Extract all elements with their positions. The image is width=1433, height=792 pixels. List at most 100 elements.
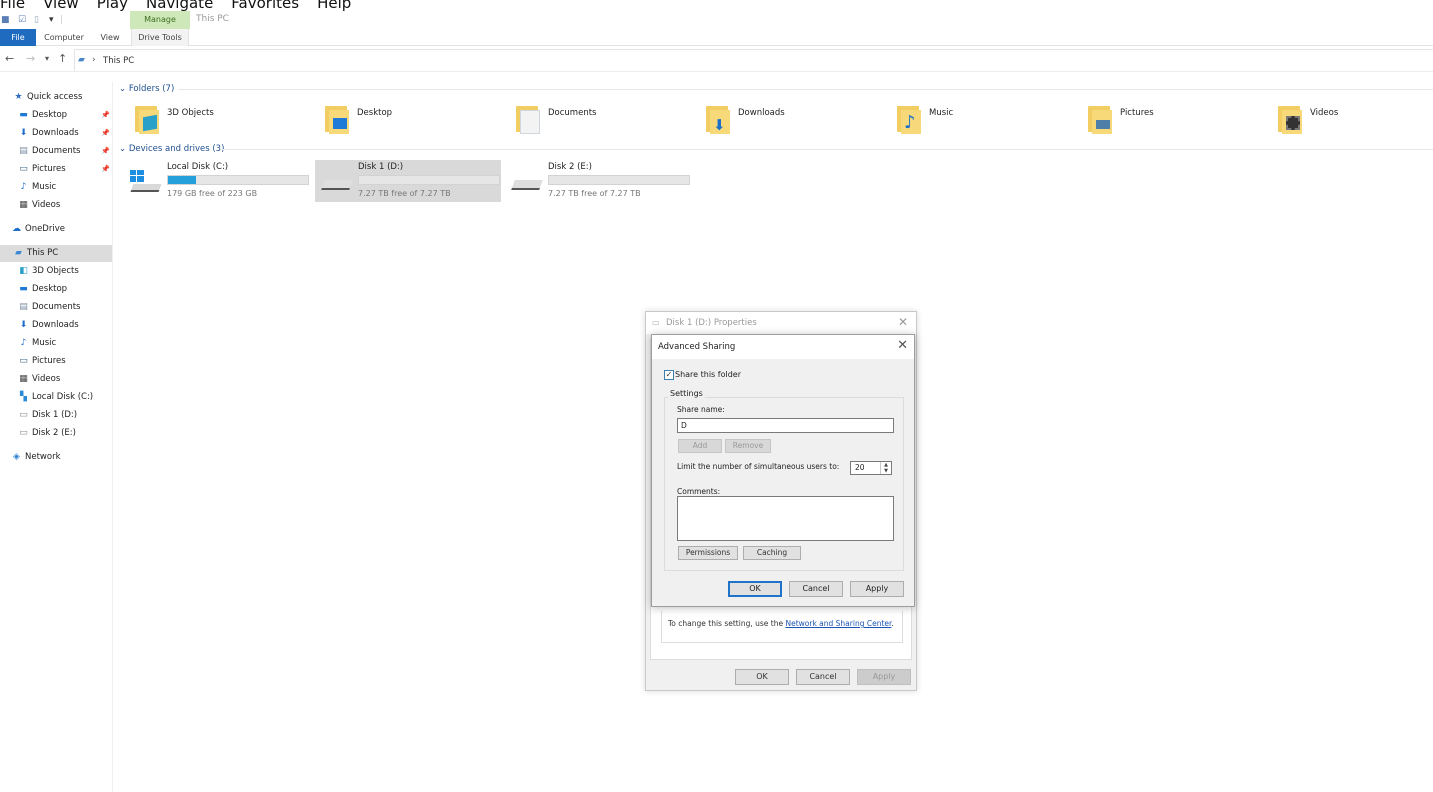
pin-icon[interactable]: 📌	[101, 125, 110, 142]
sidebar-item-documents[interactable]: ▤ Documents	[18, 299, 130, 316]
caching-button[interactable]: Caching	[743, 546, 801, 560]
cancel-button[interactable]: Cancel	[789, 581, 843, 597]
sidebar-item-label: Downloads	[32, 128, 79, 138]
back-arrow-icon[interactable]: ←	[5, 52, 14, 65]
advanced-sharing-dialog: Advanced Sharing ✕ ✓ Share this folder S…	[651, 334, 915, 607]
drive-icon: ▭	[652, 318, 660, 327]
close-icon[interactable]: ✕	[897, 338, 908, 353]
spinner-arrows-icon[interactable]: ▲ ▼	[880, 462, 891, 474]
sidebar-item-downloads[interactable]: ⬇ Downloads	[18, 317, 130, 334]
folder-3d-objects-icon	[133, 104, 161, 134]
sidebar-item-label: Local Disk (C:)	[32, 392, 94, 402]
folder-3d-objects[interactable]: 3D Objects	[133, 104, 283, 144]
folder-pictures-icon	[1086, 104, 1114, 134]
sidebar-item-videos[interactable]: ▦ Videos	[18, 197, 130, 214]
network-info-box: To change this setting, use the Network …	[661, 611, 903, 643]
sidebar-item-onedrive[interactable]: ☁ OneDrive	[11, 221, 123, 238]
menu-favorites[interactable]: Favorites	[231, 0, 299, 12]
user-limit-spinner[interactable]: 20 ▲ ▼	[850, 461, 892, 475]
sidebar-item-music[interactable]: ♪ Music	[18, 335, 130, 352]
properties-apply-button[interactable]: Apply	[857, 669, 911, 685]
sidebar-item-pictures[interactable]: ▭ Pictures 📌	[18, 161, 130, 178]
sidebar-item-3d-objects[interactable]: ◧ 3D Objects	[18, 263, 130, 280]
tab-view[interactable]: View	[94, 29, 126, 46]
settings-group-label: Settings	[668, 389, 705, 398]
breadcrumb-this-pc[interactable]: This PC	[103, 56, 134, 66]
up-arrow-icon[interactable]: ↑	[58, 52, 67, 65]
menu-help[interactable]: Help	[317, 0, 351, 12]
sidebar-item-videos[interactable]: ▦ Videos	[18, 371, 130, 388]
folders-group-header[interactable]: ⌄ Folders (7)	[119, 84, 174, 94]
address-bar[interactable]: ▰ › This PC	[74, 49, 1433, 71]
network-sharing-center-link[interactable]: Network and Sharing Center	[785, 619, 891, 628]
folder-videos[interactable]: Videos	[1276, 104, 1426, 144]
breadcrumb-separator[interactable]: ›	[92, 55, 96, 65]
sidebar-item-local-disk-c[interactable]: ▚ Local Disk (C:)	[18, 389, 130, 406]
permissions-button[interactable]: Permissions	[678, 546, 738, 560]
sidebar-item-network[interactable]: ◈ Network	[11, 449, 123, 466]
folder-documents[interactable]: Documents	[514, 104, 664, 144]
drive-icon	[511, 174, 543, 192]
ok-button[interactable]: OK	[728, 581, 782, 597]
dialog-title-bar[interactable]: ▭ Disk 1 (D:) Properties ✕	[646, 312, 916, 334]
sidebar-item-label: Network	[25, 452, 61, 462]
tab-drive-tools[interactable]: Drive Tools	[131, 29, 189, 46]
properties-cancel-button[interactable]: Cancel	[796, 669, 850, 685]
sidebar-item-pictures[interactable]: ▭ Pictures	[18, 353, 130, 370]
new-folder-icon[interactable]: ▯	[34, 15, 39, 25]
add-share-button[interactable]: Add	[678, 439, 722, 453]
tab-computer[interactable]: Computer	[40, 29, 88, 46]
folder-label: Documents	[548, 108, 597, 118]
drive-disk-2-e[interactable]: Disk 2 (E:) 7.27 TB free of 7.27 TB	[505, 160, 691, 202]
info-text: To change this setting, use the	[668, 619, 786, 628]
windows-drive-icon	[130, 170, 162, 192]
menu-play[interactable]: Play	[97, 0, 128, 12]
sidebar-item-documents[interactable]: ▤ Documents 📌	[18, 143, 130, 160]
sidebar-item-desktop[interactable]: ▬ Desktop	[18, 281, 130, 298]
menu-file[interactable]: File	[0, 0, 25, 12]
comments-textarea[interactable]	[677, 496, 894, 541]
close-icon[interactable]: ✕	[898, 315, 908, 329]
properties-icon[interactable]: ☑	[18, 15, 26, 25]
sidebar-item-desktop[interactable]: ▬ Desktop 📌	[18, 107, 130, 124]
folder-downloads[interactable]: ⬇ Downloads	[704, 104, 854, 144]
share-folder-checkbox[interactable]: ✓	[664, 370, 674, 380]
sidebar-item-this-pc[interactable]: ▰ This PC	[0, 245, 112, 262]
folder-music[interactable]: ♪ Music	[895, 104, 1045, 144]
sidebar-item-music[interactable]: ♪ Music	[18, 179, 130, 196]
folder-music-icon: ♪	[895, 104, 923, 134]
pin-icon[interactable]: 📌	[101, 107, 110, 124]
forward-arrow-icon[interactable]: →	[26, 52, 35, 65]
sidebar-item-disk-1-d[interactable]: ▭ Disk 1 (D:)	[18, 407, 130, 424]
dialog-title-bar[interactable]: Advanced Sharing ✕	[652, 335, 914, 359]
drive-disk-1-d[interactable]: Disk 1 (D:) 7.27 TB free of 7.27 TB	[315, 160, 501, 202]
sidebar-item-disk-2-e[interactable]: ▭ Disk 2 (E:)	[18, 425, 130, 442]
tab-file[interactable]: File	[0, 29, 36, 46]
navigation-bar: ← → ▾ ↑ ▰ › This PC	[0, 48, 1433, 72]
drive-local-disk-c[interactable]: Local Disk (C:) 179 GB free of 223 GB	[124, 160, 310, 202]
drives-group-header[interactable]: ⌄ Devices and drives (3)	[119, 144, 224, 154]
document-icon: ▤	[19, 302, 28, 312]
dialog-title: Disk 1 (D:) Properties	[666, 318, 757, 328]
menu-navigate[interactable]: Navigate	[146, 0, 213, 12]
sidebar-item-quick-access[interactable]: ★ Quick access	[13, 89, 125, 106]
properties-ok-button[interactable]: OK	[735, 669, 789, 685]
pin-icon[interactable]: 📌	[101, 161, 110, 178]
manage-contextual-tab[interactable]: Manage	[130, 11, 190, 29]
customize-toolbar-icon[interactable]: ▾	[49, 15, 54, 25]
menu-view[interactable]: View	[43, 0, 79, 12]
desktop-icon: ▬	[19, 110, 28, 120]
remove-share-button[interactable]: Remove	[725, 439, 771, 453]
folder-documents-icon	[514, 104, 542, 134]
share-folder-label[interactable]: Share this folder	[675, 370, 741, 379]
folder-desktop[interactable]: Desktop	[323, 104, 473, 144]
user-limit-value[interactable]: 20	[855, 463, 865, 472]
share-name-input[interactable]	[677, 418, 894, 433]
apply-button[interactable]: Apply	[850, 581, 904, 597]
pin-icon[interactable]: 📌	[101, 143, 110, 160]
sidebar-item-label: Documents	[32, 302, 81, 312]
sidebar-item-downloads[interactable]: ⬇ Downloads 📌	[18, 125, 130, 142]
recent-locations-icon[interactable]: ▾	[45, 54, 49, 63]
folder-pictures[interactable]: Pictures	[1086, 104, 1236, 144]
dialog-title: Advanced Sharing	[658, 342, 736, 352]
